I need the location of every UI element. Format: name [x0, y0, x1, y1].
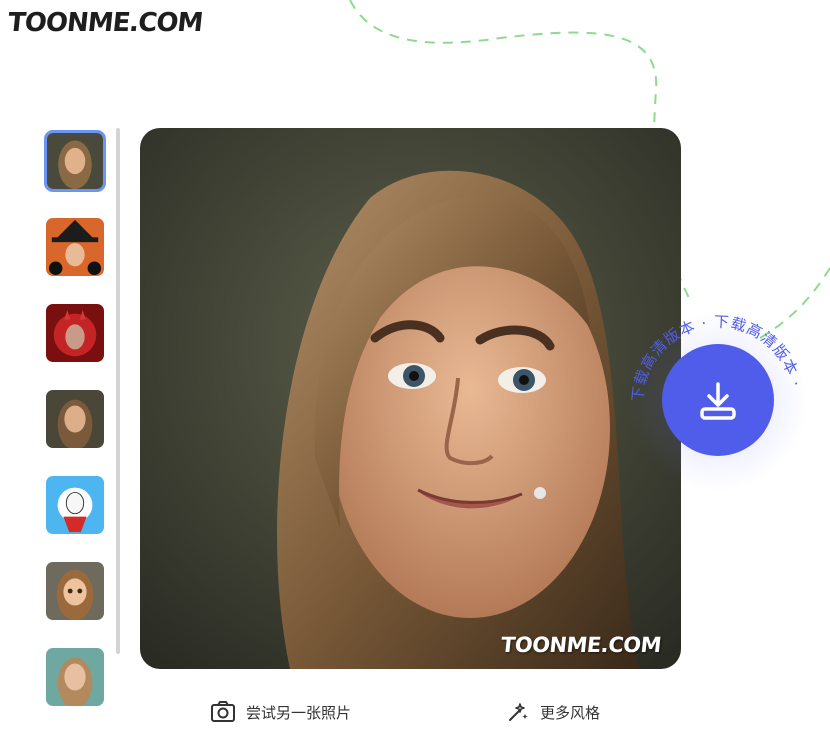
result-image: TOONME.COM [140, 128, 681, 669]
thumb-painting-style[interactable] [44, 646, 106, 708]
download-button[interactable] [662, 344, 774, 456]
thumb-devil-style[interactable] [44, 302, 106, 364]
thumb-sketch-style[interactable] [44, 474, 106, 536]
try-another-photo-label: 尝试另一张照片 [246, 703, 352, 722]
magic-wand-icon [509, 703, 528, 721]
more-styles-label: 更多风格 [540, 703, 601, 722]
download-icon [700, 382, 736, 420]
action-bar: 尝试另一张照片 更多风格 [0, 700, 830, 732]
camera-icon [211, 701, 235, 722]
thumb-cartoon-portrait[interactable] [44, 130, 106, 192]
site-logo[interactable]: TOONME.COM [6, 8, 203, 38]
watermark-text: TOONME.COM [499, 633, 663, 657]
more-styles-button[interactable]: 更多风格 [506, 700, 600, 724]
thumb-realistic-style[interactable] [44, 388, 106, 450]
try-another-photo-button[interactable]: 尝试另一张照片 [210, 700, 351, 724]
style-thumbnail-list [44, 130, 110, 732]
download-hd-widget: 下载高清版本 · 下载高清版本 · [628, 312, 808, 492]
thumbnail-scrollbar[interactable] [116, 128, 120, 654]
thumb-3d-cartoon-style[interactable] [44, 560, 106, 622]
thumb-witch-style[interactable] [44, 216, 106, 278]
